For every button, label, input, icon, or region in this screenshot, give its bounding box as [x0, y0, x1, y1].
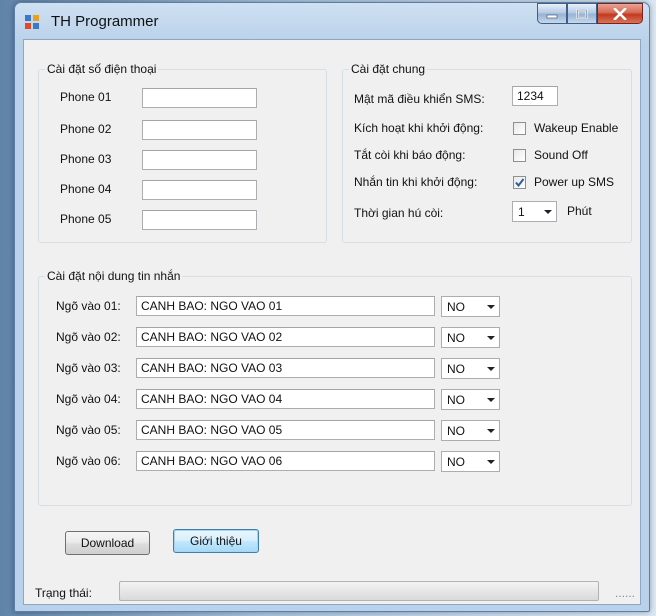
close-button[interactable] — [597, 3, 643, 24]
main-panel: Cài đặt số điện thoại Phone 01 Phone 02 … — [23, 39, 641, 605]
power-up-sms-label: Power up SMS — [534, 175, 615, 189]
phone-label: Phone 03 — [60, 152, 112, 166]
download-button[interactable]: Download — [65, 531, 150, 555]
phone-label: Phone 04 — [60, 182, 112, 196]
mode-select-06[interactable]: NO — [441, 451, 500, 472]
mode-value: NO — [447, 362, 465, 376]
mode-value: NO — [447, 393, 465, 407]
phone-label: Phone 05 — [60, 212, 112, 226]
phone-03-input[interactable] — [142, 150, 257, 170]
input-label: Ngõ vào 05: — [56, 423, 121, 437]
minimize-button[interactable] — [537, 3, 567, 24]
status-label: Trạng thái: — [35, 586, 92, 600]
input-label: Ngõ vào 06: — [56, 454, 121, 468]
mode-value: NO — [447, 455, 465, 469]
status-text: ...... — [615, 586, 636, 600]
sound-off-checkbox[interactable] — [513, 149, 526, 162]
status-progress-bar — [119, 581, 599, 601]
phone-01-input[interactable] — [142, 88, 257, 108]
mode-value: NO — [447, 424, 465, 438]
alarm-mute-label: Tắt còi khi báo động: — [354, 148, 466, 162]
message-settings-group: Cài đặt nội dung tin nhắn Ngõ vào 01: CA… — [38, 269, 632, 506]
startup-enable-label: Kích hoạt khi khởi động: — [354, 121, 484, 135]
siren-time-select[interactable]: 1 — [512, 201, 557, 222]
message-input-05[interactable]: CANH BAO: NGO VAO 05 — [136, 420, 435, 440]
startup-sms-label: Nhắn tin khi khởi động: — [354, 175, 478, 189]
siren-time-label: Thời gian hú còi: — [354, 206, 444, 220]
input-label: Ngõ vào 01: — [56, 299, 121, 313]
phone-label: Phone 02 — [60, 122, 112, 136]
chevron-down-icon — [487, 305, 495, 309]
message-input-04[interactable]: CANH BAO: NGO VAO 04 — [136, 389, 435, 409]
phone-settings-group: Cài đặt số điện thoại Phone 01 Phone 02 … — [38, 62, 327, 243]
sound-off-label: Sound Off — [534, 148, 588, 162]
phone-04-input[interactable] — [142, 180, 257, 200]
phone-05-input[interactable] — [142, 210, 257, 230]
mode-select-03[interactable]: NO — [441, 358, 500, 379]
about-button[interactable]: Giới thiệu — [173, 529, 259, 553]
message-input-06[interactable]: CANH BAO: NGO VAO 06 — [136, 451, 435, 471]
general-settings-title: Cài đặt chung — [349, 62, 428, 76]
maximize-icon — [576, 8, 588, 19]
mode-value: NO — [447, 331, 465, 345]
chevron-down-icon — [544, 210, 552, 214]
chevron-down-icon — [487, 367, 495, 371]
maximize-button[interactable] — [567, 3, 597, 24]
wakeup-enable-label: Wakeup Enable — [534, 121, 619, 135]
message-input-01[interactable]: CANH BAO: NGO VAO 01 — [136, 296, 435, 316]
mode-select-01[interactable]: NO — [441, 296, 500, 317]
mode-select-02[interactable]: NO — [441, 327, 500, 348]
sms-password-label: Mật mã điều khiển SMS: — [354, 92, 485, 106]
checkmark-icon — [515, 178, 525, 188]
chevron-down-icon — [487, 336, 495, 340]
input-label: Ngõ vào 02: — [56, 330, 121, 344]
siren-time-value: 1 — [518, 205, 525, 219]
chevron-down-icon — [487, 398, 495, 402]
close-icon — [613, 7, 627, 20]
window-title: TH Programmer — [51, 13, 159, 30]
phone-label: Phone 01 — [60, 90, 112, 104]
chevron-down-icon — [487, 429, 495, 433]
app-icon — [25, 15, 39, 29]
message-settings-title: Cài đặt nội dung tin nhắn — [45, 269, 183, 283]
mode-value: NO — [447, 300, 465, 314]
input-label: Ngõ vào 03: — [56, 361, 121, 375]
wakeup-enable-checkbox[interactable] — [513, 122, 526, 135]
general-settings-group: Cài đặt chung Mật mã điều khiển SMS: 123… — [342, 62, 632, 243]
power-up-sms-checkbox[interactable] — [513, 176, 526, 189]
app-window: TH Programmer Cài đặt số điện thoại Phon… — [14, 2, 650, 612]
input-label: Ngõ vào 04: — [56, 392, 121, 406]
message-input-02[interactable]: CANH BAO: NGO VAO 02 — [136, 327, 435, 347]
title-bar[interactable]: TH Programmer — [15, 3, 649, 39]
phone-02-input[interactable] — [142, 120, 257, 140]
minimize-icon — [546, 14, 558, 18]
chevron-down-icon — [487, 460, 495, 464]
mode-select-04[interactable]: NO — [441, 389, 500, 410]
message-input-03[interactable]: CANH BAO: NGO VAO 03 — [136, 358, 435, 378]
mode-select-05[interactable]: NO — [441, 420, 500, 441]
phone-settings-title: Cài đặt số điện thoại — [45, 62, 159, 76]
sms-password-input[interactable]: 1234 — [512, 86, 558, 106]
siren-time-unit: Phút — [567, 204, 592, 218]
